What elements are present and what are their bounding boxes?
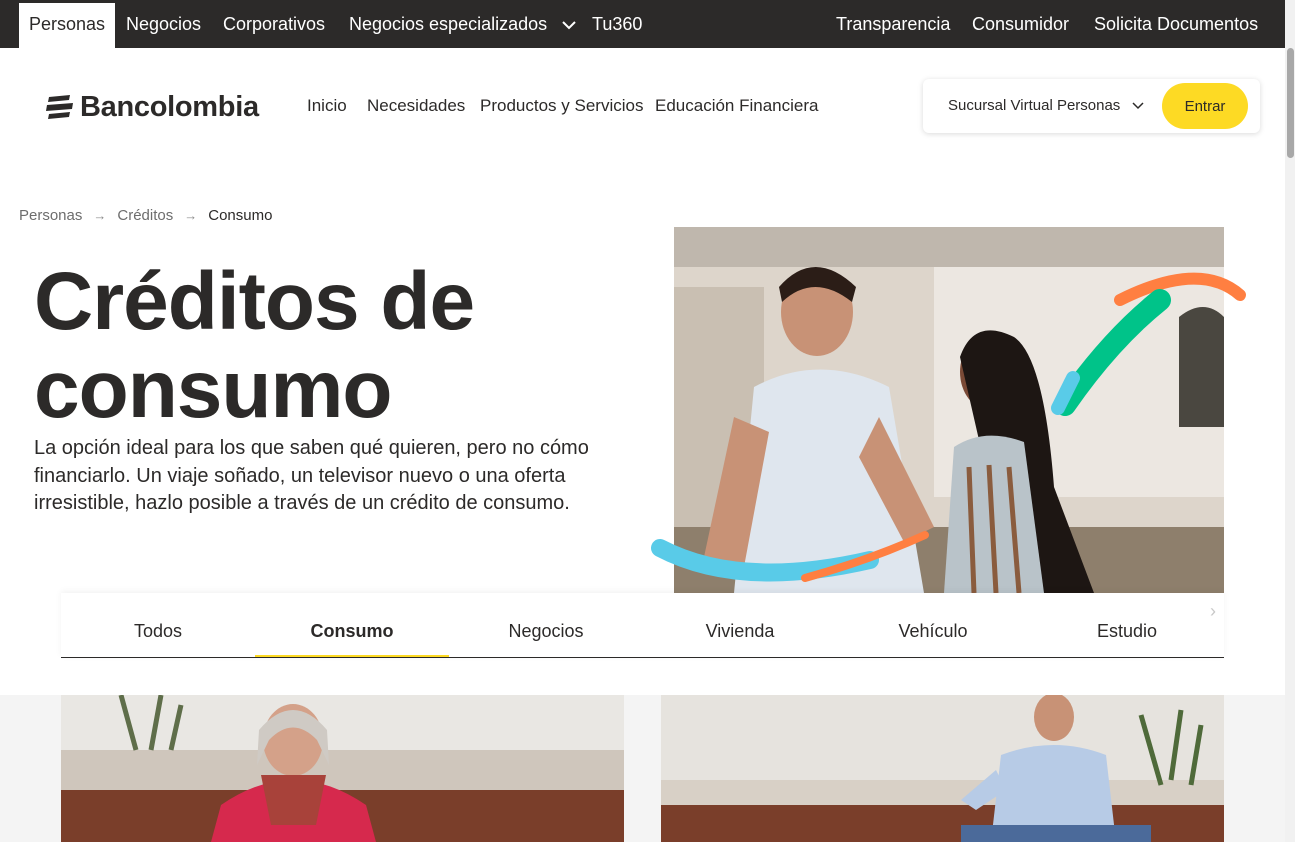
tab-vehiculo[interactable]: Vehículo xyxy=(836,593,1030,657)
segment-negocios-especializados-label: Negocios especializados xyxy=(349,14,548,34)
product-card-image[interactable] xyxy=(61,695,624,842)
breadcrumb-personas[interactable]: Personas xyxy=(19,207,82,224)
nav-inicio[interactable]: Inicio xyxy=(307,96,347,116)
product-category-tabs: Todos Consumo Negocios Vivienda Vehículo… xyxy=(61,593,1224,658)
page-title-line1: Créditos de xyxy=(34,256,475,347)
breadcrumb: Personas → Créditos → Consumo xyxy=(19,207,272,224)
breadcrumb-consumo: Consumo xyxy=(208,207,273,224)
entrar-button[interactable]: Entrar xyxy=(1162,83,1248,129)
tab-vivienda[interactable]: Vivienda xyxy=(643,593,837,657)
arrow-right-icon: → xyxy=(93,208,107,223)
card-photo-man xyxy=(661,695,1224,842)
chevron-right-icon[interactable]: › xyxy=(1210,601,1216,622)
segment-personas[interactable]: Personas xyxy=(19,3,116,48)
bancolombia-logo[interactable]: Bancolombia xyxy=(46,91,259,123)
segment-bar: Personas Negocios Corporativos Negocios … xyxy=(0,0,1285,48)
segment-tu360[interactable]: Tu360 xyxy=(592,0,642,48)
logo-wordmark: Bancolombia xyxy=(80,90,259,123)
nav-educacion-financiera[interactable]: Educación Financiera xyxy=(655,96,818,116)
breadcrumb-creditos[interactable]: Créditos xyxy=(117,207,173,224)
segment-corporativos[interactable]: Corporativos xyxy=(223,0,325,48)
tab-consumo[interactable]: Consumo xyxy=(255,593,449,657)
link-consumidor[interactable]: Consumidor xyxy=(972,0,1069,48)
nav-necesidades[interactable]: Necesidades xyxy=(367,96,465,116)
hero-image xyxy=(674,227,1224,593)
card-photo-woman xyxy=(61,695,624,842)
scrollbar-thumb[interactable] xyxy=(1287,48,1294,158)
hero-photo-illustration xyxy=(674,227,1224,593)
nav-productos-servicios[interactable]: Productos y Servicios xyxy=(480,96,643,116)
tab-todos[interactable]: Todos xyxy=(61,593,255,657)
chevron-down-icon xyxy=(1132,102,1145,110)
bancolombia-logo-icon xyxy=(46,95,73,119)
chevron-down-icon xyxy=(562,21,576,30)
link-transparencia[interactable]: Transparencia xyxy=(836,0,950,48)
segment-negocios-especializados[interactable]: Negocios especializados xyxy=(349,0,576,48)
page-scrollbar[interactable] xyxy=(1285,0,1295,842)
tab-estudio[interactable]: Estudio xyxy=(1030,593,1224,657)
page-title-line2: consumo xyxy=(34,344,392,435)
product-card-image[interactable] xyxy=(661,695,1224,842)
arrow-right-icon: → xyxy=(184,208,198,223)
page-title: Créditos de consumo xyxy=(34,258,594,434)
tab-negocios[interactable]: Negocios xyxy=(449,593,643,657)
sucursal-virtual-select[interactable]: Sucursal Virtual Personas xyxy=(948,97,1145,114)
segment-negocios[interactable]: Negocios xyxy=(126,0,201,48)
login-panel: Sucursal Virtual Personas Entrar xyxy=(923,79,1260,133)
link-solicita-documentos[interactable]: Solicita Documentos xyxy=(1094,0,1258,48)
hero-description: La opción ideal para los que saben qué q… xyxy=(34,437,589,514)
sucursal-virtual-label: Sucursal Virtual Personas xyxy=(948,97,1121,114)
